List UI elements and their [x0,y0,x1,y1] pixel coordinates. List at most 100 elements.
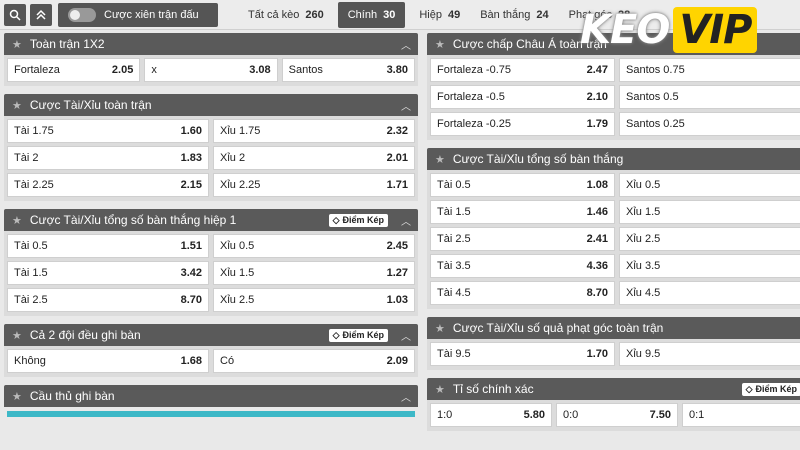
odds-cell[interactable]: Santos 0.25 [619,112,800,136]
star-icon[interactable]: ★ [12,390,22,403]
tab-half[interactable]: Hiệp 49 [409,0,470,30]
odds-cell[interactable]: Fortaleza -0.25 1.79 [430,112,615,136]
market-title: Cược Tài/Xỉu tổng số bàn thắng hiệp 1 [29,213,237,227]
odds-cell[interactable]: Tài 1.75 1.60 [7,119,209,143]
selection-label: Tài 2.5 [437,233,471,245]
star-icon[interactable]: ★ [12,329,22,342]
selection-label: Xỉu 2.25 [220,179,261,191]
selection-label: Xỉu 0.5 [220,240,255,252]
market-header[interactable]: ★ Cược Tài/Xỉu toàn trận ︿ [4,94,418,116]
odds-cell[interactable]: Có 2.09 [213,349,415,373]
odds-cell[interactable]: Xỉu 2.5 [619,227,800,251]
tab-all-label: Tất cả kèo [248,8,300,21]
selection-label: Tài 9.5 [437,348,471,360]
odds-cell[interactable]: Tài 2.5 8.70 [7,288,209,312]
odds-value: 3.08 [249,64,271,76]
odds-cell[interactable]: Xỉu 2 2.01 [213,146,415,170]
selection-label: Tài 0.5 [14,240,48,252]
market-header[interactable]: ★ Cược Tài/Xỉu tổng số bàn thắng hiệp 1 … [4,209,418,231]
selection-label: Tài 2.5 [14,294,48,306]
odds-cell[interactable]: 0:1 [682,403,800,427]
market-header[interactable]: ★ Tỉ số chính xác ◇ Điểm Kép [427,378,800,400]
market-header[interactable]: ★ Cả 2 đội đều ghi bàn ◇ Điểm Kép ︿ [4,324,418,346]
double-chevron-up-icon [36,9,46,20]
odds-cell[interactable]: Tài 4.5 8.70 [430,281,615,305]
odds-cell[interactable]: Không 1.68 [7,349,209,373]
odds-cell[interactable]: Xỉu 0.5 2.45 [213,234,415,258]
double-points-badge: ◇ Điểm Kép [328,328,388,342]
odds-cell[interactable]: Xỉu 4.5 [619,281,800,305]
odds-cell[interactable]: Tài 3.5 4.36 [430,254,615,278]
odds-cell[interactable]: Xỉu 1.5 1.27 [213,261,415,285]
double-points-badge: ◇ Điểm Kép [328,213,388,227]
tab-main[interactable]: Chính 30 [337,1,406,28]
odds-cell[interactable]: Xỉu 0.5 [619,173,800,197]
parlay-toggle[interactable]: Cược xiên trận đấu [58,2,218,27]
chevron-up-icon[interactable]: ︿ [394,98,418,113]
odds-cell[interactable]: Xỉu 2.5 1.03 [213,288,415,312]
market-corners: ★ Cược Tài/Xỉu số quả phạt góc toàn trận… [427,317,800,370]
odds-cell[interactable]: Santos 3.80 [281,58,415,82]
tab-main-count: 30 [383,8,396,21]
selection-label: Xỉu 3.5 [626,260,661,272]
chevron-up-icon[interactable]: ︿ [394,328,418,343]
chevron-up-icon[interactable]: ︿ [394,37,418,52]
odds-cell[interactable]: Fortaleza -0.75 2.47 [430,58,615,82]
tab-goals[interactable]: Bàn thắng 24 [470,0,558,30]
odds-cell[interactable]: Tài 2.5 2.41 [430,227,615,251]
odds-cell[interactable]: Xỉu 2.25 1.71 [213,173,415,197]
star-icon[interactable]: ★ [435,38,445,51]
star-icon[interactable]: ★ [12,214,22,227]
odds-cell[interactable]: Xỉu 1.75 2.32 [213,119,415,143]
odds-value: 2.15 [180,179,202,191]
badge-label: Điểm Kép [342,215,384,225]
star-icon[interactable]: ★ [435,153,445,166]
odds-cell[interactable]: Xỉu 3.5 [619,254,800,278]
odds-cell[interactable]: Tài 1.5 3.42 [7,261,209,285]
star-icon[interactable]: ★ [12,99,22,112]
logo-text-vip: VIP [673,7,758,53]
chevron-up-icon[interactable]: ︿ [394,213,418,228]
market-header[interactable]: ★ Cầu thủ ghi bàn ︿ [4,385,418,407]
odds-value: 7.50 [649,409,671,421]
market-title: Cược Tài/Xỉu toàn trận [29,98,152,112]
odds-cell[interactable]: x 3.08 [144,58,278,82]
odds-cell[interactable]: Tài 0.5 1.51 [7,234,209,258]
odds-cell[interactable]: Santos 0.75 [619,58,800,82]
collapse-all-button[interactable] [30,3,52,26]
odds-value: 1.03 [386,294,408,306]
tab-main-label: Chính [347,8,378,21]
odds-value: 2.45 [386,240,408,252]
odds-cell[interactable]: Fortaleza -0.5 2.10 [430,85,615,109]
tab-all[interactable]: Tất cả kèo 260 [238,0,334,30]
star-icon[interactable]: ★ [12,38,22,51]
odds-cell[interactable]: Tài 2.25 2.15 [7,173,209,197]
odds-cell[interactable]: Xỉu 1.5 [619,200,800,224]
odds-cell[interactable]: Tài 1.5 1.46 [430,200,615,224]
odds-value: 1.83 [180,152,202,164]
odds-cell[interactable]: Tài 0.5 1.08 [430,173,615,197]
odds-value: 2.01 [386,152,408,164]
market-header[interactable]: ★ Cược Tài/Xỉu tổng số bàn thắng [427,148,800,170]
odds-cell[interactable]: Santos 0.5 [619,85,800,109]
odds-value: 3.42 [180,267,202,279]
odds-cell[interactable]: Xỉu 9.5 [619,342,800,366]
odds-cell[interactable]: 0:0 7.50 [556,403,678,427]
market-title: Cược Tài/Xỉu tổng số bàn thắng [452,152,624,166]
odds-cell[interactable]: 1:0 5.80 [430,403,552,427]
selection-label: Xỉu 9.5 [626,348,661,360]
odds-cell[interactable]: Tài 9.5 1.70 [430,342,615,366]
odds-value: 2.05 [111,64,134,76]
odds-cell[interactable]: Tài 2 1.83 [7,146,209,170]
toggle-switch[interactable] [68,7,96,22]
market-header[interactable]: ★ Cược Tài/Xỉu số quả phạt góc toàn trận [427,317,800,339]
odds-value: 2.47 [586,64,608,76]
odds-cell[interactable]: Fortaleza 2.05 [7,58,141,82]
market-header[interactable]: ★ Toàn trận 1X2 ︿ [4,33,418,55]
star-icon[interactable]: ★ [435,383,445,396]
star-icon[interactable]: ★ [435,322,445,335]
chevron-up-icon[interactable]: ︿ [394,389,418,404]
search-button[interactable] [4,3,26,26]
selection-label: Xỉu 2.5 [626,233,661,245]
selection-label: Fortaleza -0.25 [437,118,511,130]
